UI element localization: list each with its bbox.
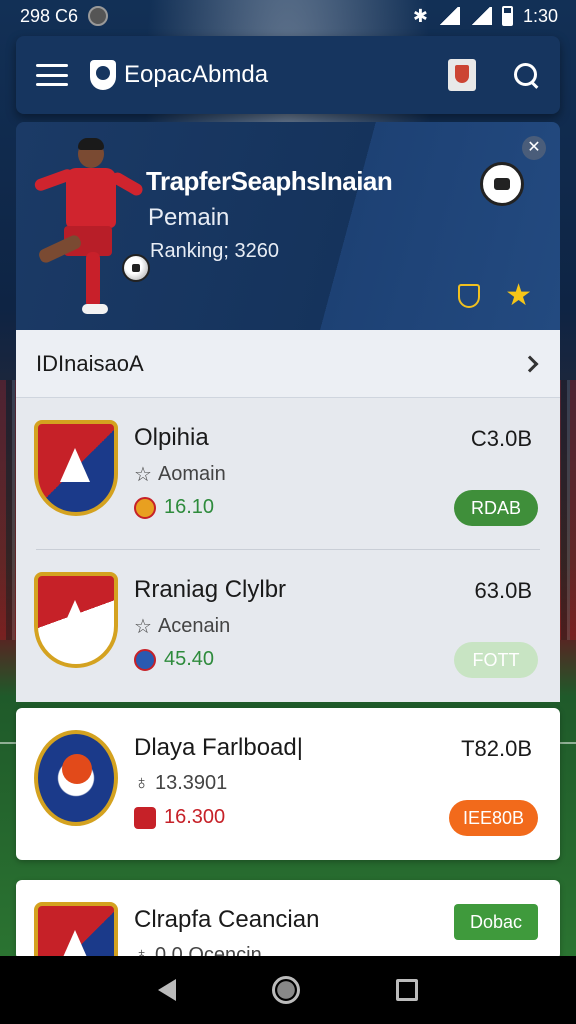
club-card-selected[interactable]: Dlaya Farlboad| ♁ 13.3901 16.300 T82.0B … [16,708,560,860]
club-stat-value: 16.10 [164,496,215,518]
shield-icon[interactable] [458,284,480,308]
hero-subtitle: Pemain [148,204,230,231]
hero-title: TrapferSeaphsInaian [146,166,393,196]
club-stat: 16.300 [134,806,225,829]
star-icon[interactable]: ★ [505,278,532,313]
club-position: ☆ Aomain [134,462,226,487]
club-badge-icon[interactable] [448,59,476,91]
featured-player-card[interactable]: TrapferSeaphsInaian Pemain Ranking; 3260… [16,122,560,330]
club-position: ♁ 13.3901 [134,772,227,795]
player-image [26,134,150,324]
club-name: Clrapfa Ceancian [134,906,320,933]
club-name: Dlaya Farlboad| [134,734,303,761]
list-header-title: IDInaisaoA [36,350,144,376]
club-crest-icon [34,420,118,516]
status-bar: 298 C6 ✱ 1:30 [0,0,576,32]
club-price: C3.0B [470,426,532,451]
club-action-button[interactable]: IEE80B [448,800,538,836]
trophy-icon: ♁ [134,772,149,794]
club-stat: 45.40 [134,648,214,671]
star-outline-icon: ☆ [134,464,152,486]
club-name: Olpihia [134,424,209,451]
club-name: Rraniag Clylbr [134,576,287,603]
hamburger-icon[interactable] [36,64,68,86]
club-price: T82.0B [461,736,532,761]
app-logo-icon [90,60,116,90]
app-bar: EopacAbmda [16,36,560,114]
club-position-text: Aomain [157,463,226,485]
club-card[interactable]: Clrapfa Ceancian ♁ 0.0 Ocencin Dobac [16,880,560,960]
club-action-button[interactable]: FOTT [454,642,538,678]
football-icon [122,254,150,282]
app-title: EopacAbmda [124,61,269,88]
status-text: 298 C6 [20,5,79,26]
stat-badge-icon [134,648,156,671]
club-card[interactable]: Olpihia ☆ Aomain 16.10 C3.0B RDAB [16,398,560,550]
club-crest-icon [480,162,524,206]
club-crest-icon [34,902,118,960]
notification-icon [88,6,109,26]
status-left: 298 C6 [20,5,109,27]
club-position-text: 13.3901 [155,772,228,794]
club-crest-icon [34,572,118,668]
close-icon[interactable]: ✕ [522,136,546,160]
club-stat-value: 45.40 [164,648,215,670]
recent-apps-icon[interactable] [396,979,418,1001]
wifi-icon [469,7,492,25]
list-header[interactable]: IDInaisaoA [16,330,560,398]
club-position: ☆ Acenain [134,614,230,639]
search-icon[interactable] [512,61,540,89]
club-action-button[interactable]: Dobac [454,904,538,940]
stat-badge-icon [134,806,156,829]
club-position-text: Acenain [157,615,231,637]
bluetooth-icon: ✱ [412,5,428,26]
status-time: 1:30 [522,5,558,26]
stat-badge-icon [134,496,156,519]
back-icon[interactable] [158,979,176,1001]
signal-icon [437,7,460,25]
club-price: 63.0B [474,578,533,603]
club-card[interactable]: Rraniag Clylbr ☆ Acenain 45.40 63.0B FOT… [16,550,560,702]
status-right: ✱ 1:30 [413,6,558,27]
club-crest-icon [34,730,118,826]
club-action-button[interactable]: RDAB [454,490,538,526]
star-outline-icon: ☆ [134,616,152,638]
battery-icon [501,6,513,26]
home-icon[interactable] [272,976,300,1004]
club-stat-value: 16.300 [164,806,226,828]
chevron-right-icon[interactable] [521,355,539,372]
system-nav-bar [0,956,576,1024]
club-stat: 16.10 [134,496,214,519]
hero-ranking: Ranking; 3260 [150,240,279,262]
